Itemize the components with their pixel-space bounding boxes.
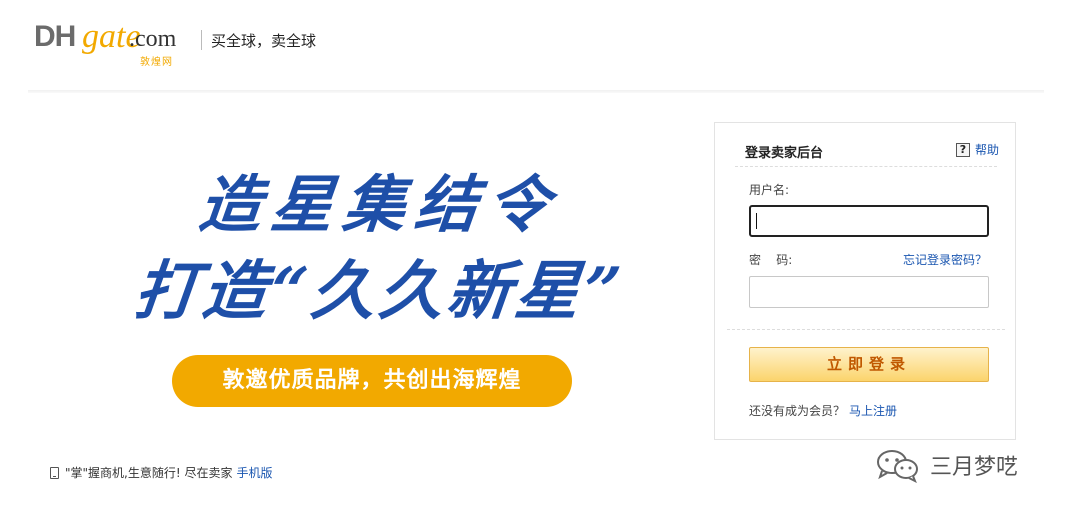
- login-panel: 登录卖家后台 ? 帮助 用户名: 密 码: 忘记登录密码？ 立即登录 还没有成为…: [714, 122, 1016, 440]
- mobile-promo: "掌"握商机,生意随行! 尽在卖家 手机版: [50, 464, 273, 481]
- mobile-version-link[interactable]: 手机版: [236, 464, 272, 481]
- username-label: 用户名:: [749, 183, 790, 197]
- password-input[interactable]: [749, 276, 989, 308]
- username-input[interactable]: [749, 205, 989, 237]
- promo-banner[interactable]: 造星集结令 打造“久久新星” 敦邀优质品牌，共创出海辉煌: [90, 140, 670, 420]
- register-link[interactable]: 马上注册: [849, 404, 897, 418]
- register-prompt: 还没有成为会员？: [749, 404, 846, 418]
- help-label: 帮助: [974, 143, 999, 157]
- banner-pill: 敦邀优质品牌，共创出海辉煌: [172, 355, 572, 407]
- banner-headline-1: 造星集结令: [195, 168, 564, 241]
- register-row: 还没有成为会员？ 马上注册: [749, 402, 897, 419]
- wechat-icon: [877, 450, 918, 483]
- dhgate-logo[interactable]: DH gate .com 敦煌网: [34, 18, 194, 68]
- help-icon: ?: [955, 142, 970, 157]
- banner-pill-text: 敦邀优质品牌，共创出海辉煌: [222, 368, 522, 393]
- logo-dh: DH: [34, 20, 76, 53]
- watermark: 三月梦呓: [874, 447, 1018, 483]
- banner-headline-2: 打造“久久新星”: [130, 254, 629, 329]
- password-label: 密 码:: [749, 253, 793, 267]
- logo-com: .com: [129, 26, 177, 52]
- login-button[interactable]: 立即登录: [749, 347, 989, 382]
- divider: [727, 329, 1005, 330]
- phone-icon: [50, 466, 59, 479]
- header-divider: [201, 30, 202, 50]
- help-link[interactable]: ? 帮助: [955, 141, 999, 158]
- logo-chinese-name: 敦煌网: [140, 57, 173, 68]
- mobile-promo-text: "掌"握商机,生意随行! 尽在卖家: [65, 466, 233, 480]
- watermark-text: 三月梦呓: [930, 455, 1019, 480]
- header-slogan: 买全球，卖全球: [211, 32, 317, 50]
- header-bottom-border: [28, 90, 1044, 93]
- login-title: 登录卖家后台: [745, 146, 824, 161]
- divider: [735, 166, 997, 167]
- header: DH gate .com 敦煌网 买全球，卖全球: [0, 0, 1080, 93]
- forgot-password-link[interactable]: 忘记登录密码？: [903, 251, 987, 268]
- text-cursor: [756, 213, 757, 229]
